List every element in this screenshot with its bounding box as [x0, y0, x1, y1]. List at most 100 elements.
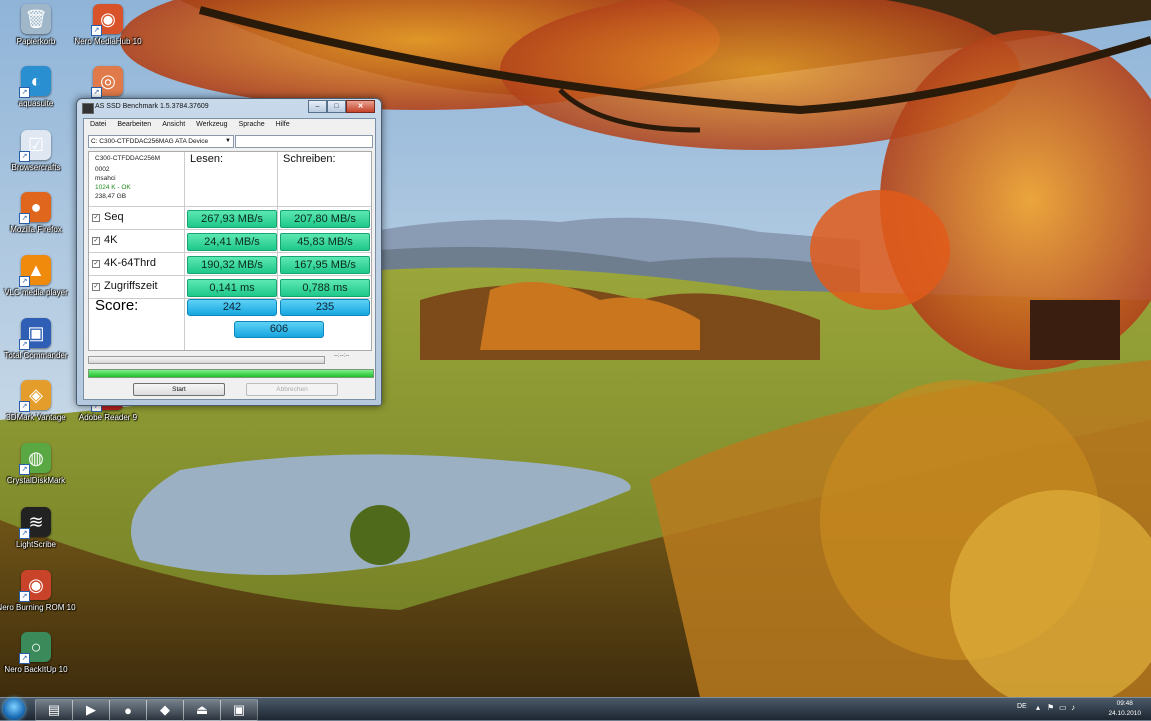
- elapsed-time: --:--:--: [334, 353, 350, 359]
- desktop-icon-label: VLC media player: [4, 288, 68, 297]
- explorer-icon: ▤: [47, 702, 61, 717]
- device-select[interactable]: C: C300-CTFDDAC256MAG ATA Device ▼: [88, 135, 234, 148]
- desktop-icon-label: Nero Burning ROM 10: [0, 603, 76, 612]
- firefox-icon: ●: [124, 702, 132, 718]
- taskbar-as-ssd[interactable]: ▣: [220, 699, 258, 721]
- access-time-read-cell: 0,141 ms: [185, 276, 278, 299]
- row-label: Seq: [104, 211, 124, 223]
- desktop-icon[interactable]: ◉ ↗ Nero MediaHub 10: [68, 4, 148, 46]
- 4k-checkbox[interactable]: ✓: [92, 237, 100, 245]
- desktop-icon[interactable]: ◐ ↗ aquasuite: [0, 66, 76, 108]
- row-label: 4K-64Thrd: [104, 257, 156, 269]
- menu-werkzeug[interactable]: Werkzeug: [190, 119, 232, 131]
- firefox-icon: ● ↗: [19, 192, 51, 224]
- volume-icon[interactable]: ♪: [1071, 703, 1075, 712]
- shortcut-arrow-icon: ↗: [19, 276, 30, 287]
- title-bar[interactable]: AS SSD Benchmark 1.5.3784.37609 – □ ✕: [77, 99, 381, 117]
- maximize-button[interactable]: □: [327, 100, 346, 113]
- shortcut-arrow-icon: ↗: [91, 25, 102, 36]
- 4k-64thrd-checkbox[interactable]: ✓: [92, 260, 100, 268]
- eject-drive-icon: ⏏: [195, 702, 209, 717]
- app-icon: [82, 103, 94, 114]
- desktop-icon[interactable]: ○ ↗ Nero BackItUp 10: [0, 632, 76, 674]
- drive-driver: msahci: [95, 175, 116, 182]
- read-header: Lesen:: [185, 152, 278, 207]
- close-button[interactable]: ✕: [346, 100, 375, 113]
- desktop-icon-label: Total Commander: [4, 351, 68, 360]
- access-time-checkbox[interactable]: ✓: [92, 283, 100, 291]
- network-icon[interactable]: ▭: [1059, 703, 1067, 712]
- lightscribe-icon: ≋ ↗: [19, 507, 51, 539]
- desktop-icon[interactable]: ● ↗ Mozilla Firefox: [0, 192, 76, 234]
- desktop-icon[interactable]: ◈ ↗ 3DMark Vantage: [0, 380, 76, 422]
- row-seq[interactable]: ✓ Seq: [89, 207, 185, 230]
- device-info-box: [235, 135, 373, 148]
- desktop-icon[interactable]: ▲ ↗ VLC media player: [0, 255, 76, 297]
- taskbar-drive[interactable]: ◆: [146, 699, 184, 721]
- test-progress-bar: [88, 356, 325, 364]
- score-label: Score:: [95, 297, 139, 314]
- 4k-64thrd-read-cell: 190,32 MB/s: [185, 253, 278, 276]
- drive-icon: ◆: [160, 702, 170, 717]
- shortcut-arrow-icon: ↗: [19, 528, 30, 539]
- access-time-read-value: 0,141 ms: [187, 279, 277, 297]
- menu-ansicht[interactable]: Ansicht: [156, 119, 190, 131]
- seq-write-cell: 207,80 MB/s: [278, 207, 371, 230]
- shortcut-arrow-icon: ↗: [19, 653, 30, 664]
- drive-firmware: 0002: [95, 166, 110, 173]
- nero-backitup-icon: ○ ↗: [19, 632, 51, 664]
- 4k-write-value: 45,83 MB/s: [280, 233, 370, 251]
- taskbar-firefox[interactable]: ●: [109, 699, 147, 721]
- overall-progress-bar: [88, 369, 374, 378]
- drive-model: C300-CTFDDAC256M: [95, 155, 161, 162]
- access-time-write-cell: 0,788 ms: [278, 276, 371, 299]
- desktop-icon[interactable]: ◍ ↗ CrystalDiskMark: [0, 443, 76, 485]
- floppy-icon: ▣: [232, 702, 246, 717]
- language-indicator[interactable]: DE: [1017, 703, 1027, 710]
- shortcut-arrow-icon: ↗: [19, 213, 30, 224]
- overall-progress-fill: [89, 370, 373, 377]
- score-write: 235: [280, 299, 370, 316]
- as-ssd-window[interactable]: AS SSD Benchmark 1.5.3784.37609 – □ ✕ Da…: [76, 98, 382, 406]
- vlc-icon: ▲ ↗: [19, 255, 51, 287]
- score-read: 242: [187, 299, 277, 316]
- show-hidden-icons-icon[interactable]: ▴: [1036, 703, 1040, 712]
- taskbar-explorer[interactable]: ▤: [35, 699, 73, 721]
- desktop-icon[interactable]: ◎ ↗: [68, 66, 148, 99]
- score-label-cell: Score:: [89, 294, 185, 350]
- desktop-icon[interactable]: ◉ ↗ Nero Burning ROM 10: [0, 570, 76, 612]
- abort-button[interactable]: Abbrechen: [246, 383, 338, 396]
- seq-checkbox[interactable]: ✓: [92, 214, 100, 222]
- row-4k-64thrd[interactable]: ✓ 4K-64Thrd: [89, 253, 185, 276]
- clock[interactable]: 09:48 24.10.2010: [1108, 699, 1141, 719]
- start-button[interactable]: [3, 698, 25, 720]
- desktop-icon[interactable]: 🗑 Papierkorb: [0, 4, 76, 46]
- menu-hilfe[interactable]: Hilfe: [270, 119, 295, 131]
- shortcut-arrow-icon: ↗: [19, 464, 30, 475]
- desktop-icon-label: 3DMark Vantage: [6, 413, 66, 422]
- menu-bearbeiten[interactable]: Bearbeiten: [111, 119, 156, 131]
- desktop-icon-label: Papierkorb: [16, 37, 56, 46]
- minimize-button[interactable]: –: [308, 100, 327, 113]
- shortcut-arrow-icon: ↗: [19, 339, 30, 350]
- menu-datei[interactable]: Datei: [84, 119, 111, 131]
- row-label: Zugriffszeit: [104, 280, 158, 292]
- window-title: AS SSD Benchmark 1.5.3784.37609: [95, 103, 209, 110]
- row-4k[interactable]: ✓ 4K: [89, 230, 185, 253]
- desktop-icon-label: Nero BackItUp 10: [4, 665, 68, 674]
- taskbar-media-player[interactable]: ▶: [72, 699, 110, 721]
- chevron-down-icon: ▼: [225, 138, 231, 144]
- seq-read-value: 267,93 MB/s: [187, 210, 277, 228]
- floppy-icon: ▣ ↗: [19, 318, 51, 350]
- action-center-flag-icon[interactable]: ⚑: [1047, 703, 1054, 712]
- nero-burning-rom-icon: ◉ ↗: [19, 570, 51, 602]
- start-button[interactable]: Start: [133, 383, 225, 396]
- 4k-64thrd-write-value: 167,95 MB/s: [280, 256, 370, 274]
- desktop-icon[interactable]: ≋ ↗ LightScribe: [0, 507, 76, 549]
- menu-sprache[interactable]: Sprache: [233, 119, 270, 131]
- drive-size: 238,47 GB: [95, 193, 127, 200]
- desktop-icon[interactable]: ▣ ↗ Total Commander: [0, 318, 76, 360]
- taskbar-eject-drive[interactable]: ⏏: [183, 699, 221, 721]
- menu-bar: Datei Bearbeiten Ansicht Werkzeug Sprach…: [84, 119, 375, 131]
- desktop-icon[interactable]: ☑ ↗ Browsercrafts: [0, 130, 76, 172]
